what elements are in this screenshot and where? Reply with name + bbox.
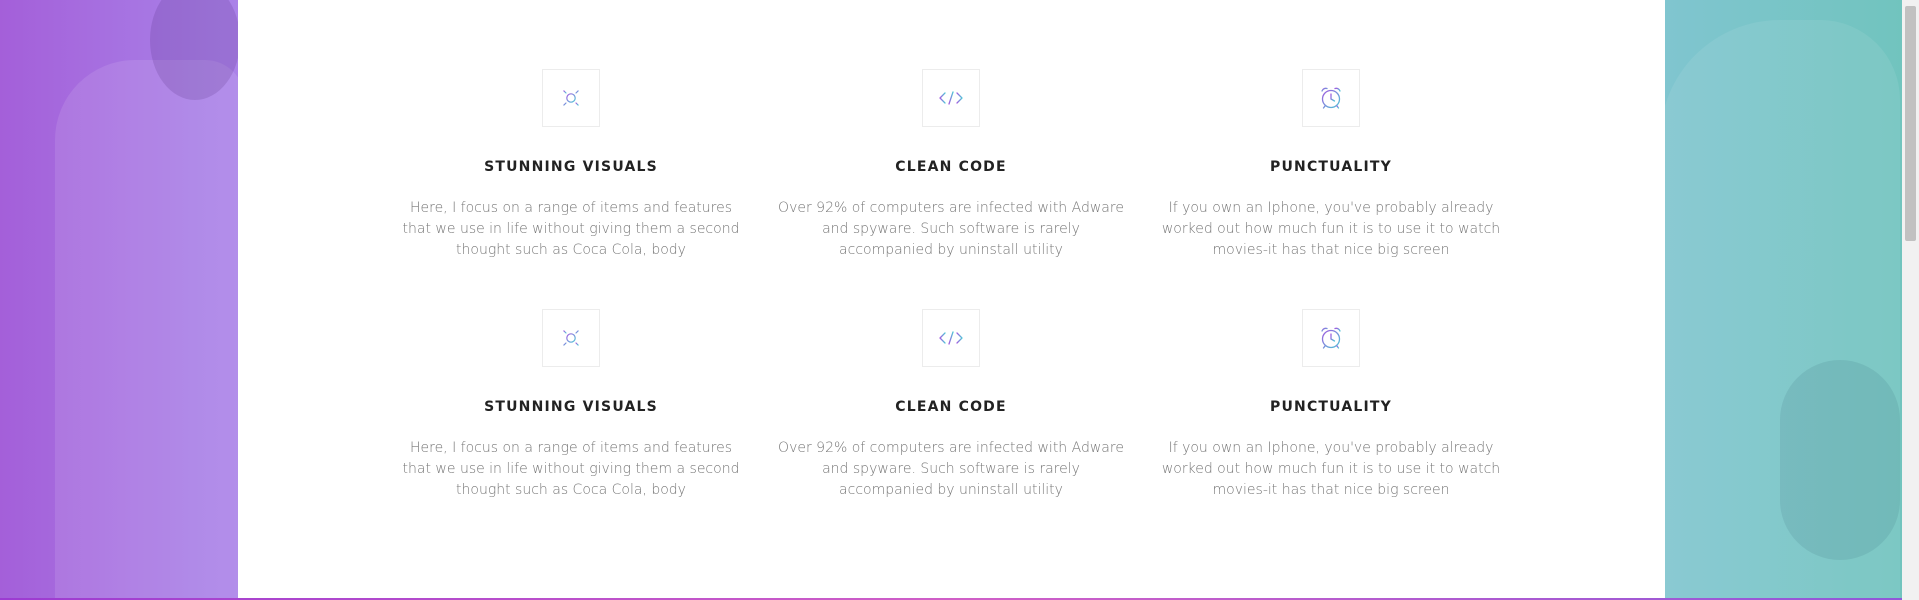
- alarm-clock-icon: [1321, 327, 1341, 349]
- feature-icon-box: [542, 309, 600, 367]
- alarm-clock-icon: [1321, 87, 1341, 109]
- code-icon: [939, 331, 963, 345]
- feature-description: Over 92% of computers are infected with …: [778, 200, 1124, 258]
- feature-icon-box: [922, 69, 980, 127]
- feature-description: If you own an Iphone, you've probably al…: [1161, 200, 1501, 258]
- scrollbar-thumb[interactable]: [1905, 6, 1916, 241]
- feature-icon-box: [1302, 309, 1360, 367]
- background-photo-left: [55, 60, 245, 600]
- background-photo-right-detail: [1780, 360, 1900, 560]
- feature-title: PUNCTUALITY: [1270, 399, 1392, 415]
- feature-item: STUNNING VISUALS Here, I focus on a rang…: [391, 309, 751, 501]
- feature-description: Here, I focus on a range of items and fe…: [402, 440, 740, 498]
- feature-item: STUNNING VISUALS Here, I focus on a rang…: [391, 69, 751, 261]
- feature-title: STUNNING VISUALS: [484, 159, 658, 175]
- feature-icon-box: [542, 69, 600, 127]
- feature-title: CLEAN CODE: [895, 399, 1007, 415]
- code-icon: [939, 91, 963, 105]
- feature-item: CLEAN CODE Over 92% of computers are inf…: [771, 309, 1131, 501]
- page: STUNNING VISUALS Here, I focus on a rang…: [0, 0, 1919, 600]
- feature-item: CLEAN CODE Over 92% of computers are inf…: [771, 69, 1131, 261]
- features-section: STUNNING VISUALS Here, I focus on a rang…: [238, 0, 1665, 598]
- feature-item: PUNCTUALITY If you own an Iphone, you've…: [1151, 309, 1511, 501]
- feature-description: If you own an Iphone, you've probably al…: [1161, 440, 1501, 498]
- feature-title: PUNCTUALITY: [1270, 159, 1392, 175]
- feature-icon-box: [922, 309, 980, 367]
- feature-icon-box: [1302, 69, 1360, 127]
- sun-icon: [560, 327, 582, 349]
- feature-title: CLEAN CODE: [895, 159, 1007, 175]
- feature-title: STUNNING VISUALS: [484, 399, 658, 415]
- feature-description: Here, I focus on a range of items and fe…: [402, 200, 740, 258]
- feature-description: Over 92% of computers are infected with …: [778, 440, 1124, 498]
- sun-icon: [560, 87, 582, 109]
- vertical-scrollbar[interactable]: [1902, 0, 1919, 600]
- feature-item: PUNCTUALITY If you own an Iphone, you've…: [1151, 69, 1511, 261]
